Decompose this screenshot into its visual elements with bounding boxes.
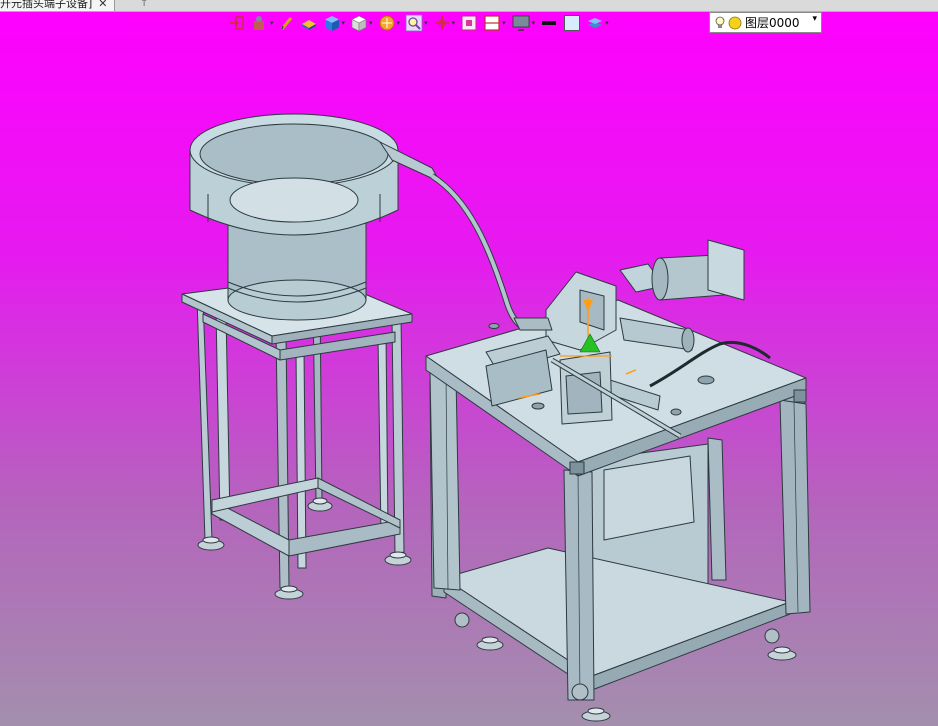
- terminal-machine-model: [425, 239, 811, 722]
- section-icon: [461, 15, 477, 31]
- layout-button[interactable]: ▾: [483, 12, 506, 34]
- component-button[interactable]: ▾: [251, 12, 274, 34]
- component-icon: [254, 16, 264, 30]
- document-tab[interactable]: 开元插头端子设备] ✕: [0, 0, 115, 11]
- part-color-button[interactable]: [300, 12, 318, 34]
- layer-color-dot-icon: [728, 16, 742, 29]
- view-cube-button[interactable]: ▾: [323, 12, 345, 34]
- display-mode-icon: [512, 15, 530, 31]
- pen-icon: [280, 17, 292, 30]
- close-tab-icon[interactable]: ✕: [98, 0, 107, 11]
- box-view-icon: [351, 15, 367, 32]
- tab-overflow-icon[interactable]: ↑: [140, 0, 148, 9]
- part-color-icon: [301, 20, 316, 30]
- zoom-fit-button[interactable]: ▾: [405, 12, 428, 34]
- center-button[interactable]: ▾: [433, 12, 455, 34]
- document-tab-strip: 开元插头端子设备] ✕ ↑: [0, 0, 938, 12]
- box-view-button[interactable]: ▾: [350, 12, 373, 34]
- fill-color-button[interactable]: [563, 12, 581, 34]
- cad-viewport[interactable]: [0, 36, 938, 726]
- zoom-fit-icon: [405, 14, 423, 32]
- view-cube-icon: [324, 16, 339, 31]
- pen-button[interactable]: [279, 12, 295, 34]
- orientation-button[interactable]: ▾: [378, 12, 400, 34]
- exit-sketch-icon: [230, 16, 244, 30]
- line-width-icon: [542, 21, 557, 25]
- document-tab-title: 开元插头端子设备]: [0, 0, 93, 10]
- line-width-button[interactable]: [540, 12, 558, 34]
- section-button[interactable]: [460, 12, 478, 34]
- layer-select[interactable]: 图层0000 ▾: [709, 12, 822, 33]
- chevron-down-icon[interactable]: ▾: [812, 14, 817, 24]
- layer-stack-button[interactable]: ▾: [586, 12, 609, 34]
- layout-icon: [484, 15, 500, 31]
- view-toolbar: ▾ ▾ ▾ ▾ ▾ ▾ ▾ ▾ ▾: [228, 12, 614, 34]
- layer-stack-icon: [588, 18, 603, 28]
- center-cross-icon: [434, 16, 449, 30]
- exit-sketch-button[interactable]: [228, 12, 246, 34]
- fill-color-icon: [564, 15, 581, 31]
- light-bulb-icon: [715, 16, 725, 28]
- display-mode-button[interactable]: ▾: [511, 12, 535, 34]
- layer-name: 图层0000: [745, 16, 800, 30]
- orientation-icon: [379, 15, 394, 31]
